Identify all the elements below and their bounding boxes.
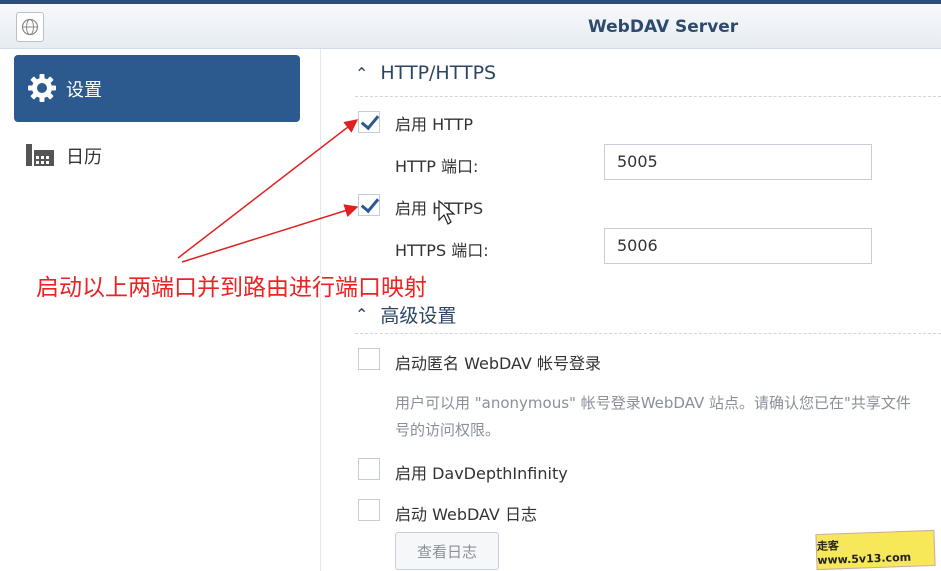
mouse-cursor-icon xyxy=(438,199,456,230)
window-title: WebDAV Server xyxy=(588,17,739,37)
title-bar: WebDAV Server xyxy=(0,4,941,49)
sidebar-item-settings[interactable]: 设置 xyxy=(14,55,300,122)
view-log-button[interactable]: 查看日志 xyxy=(395,532,499,570)
section-title: HTTP/HTTPS xyxy=(380,62,497,84)
chevron-up-icon: ⌃ xyxy=(355,305,369,324)
chevron-up-icon: ⌃ xyxy=(355,63,369,83)
section-header-http[interactable]: ⌃ HTTP/HTTPS xyxy=(355,62,496,84)
enable-http-checkbox[interactable] xyxy=(358,111,380,133)
enable-https-checkbox[interactable] xyxy=(358,194,380,216)
enable-http-label: 启用 HTTP xyxy=(395,115,474,134)
calendar-icon xyxy=(26,144,56,172)
section-header-advanced[interactable]: ⌃ 高级设置 xyxy=(355,301,456,328)
section-divider xyxy=(355,333,941,334)
depth-infinity-label: 启用 DavDepthInfinity xyxy=(395,464,568,483)
anonymous-login-label: 启动匿名 WebDAV 帐号登录 xyxy=(395,354,601,373)
section-divider xyxy=(355,96,941,97)
annotation-text: 启动以上两端口并到路由进行端口映射 xyxy=(36,275,427,301)
webdav-log-label: 启动 WebDAV 日志 xyxy=(395,505,537,524)
gear-icon xyxy=(27,73,57,107)
watermark: 走客 www.5v13.com xyxy=(815,529,936,571)
sidebar-item-label: 设置 xyxy=(66,79,102,101)
http-port-input[interactable]: 5005 xyxy=(604,144,872,180)
https-port-input[interactable]: 5006 xyxy=(604,228,872,264)
sidebar-item-calendar[interactable]: 日历 xyxy=(14,131,300,181)
webdav-log-checkbox[interactable] xyxy=(358,499,380,521)
http-port-label: HTTP 端口: xyxy=(395,157,479,176)
section-title: 高级设置 xyxy=(380,305,457,327)
depth-infinity-checkbox[interactable] xyxy=(358,458,380,480)
settings-panel: ⌃ HTTP/HTTPS 启用 HTTP HTTP 端口: 5005 启用 HT… xyxy=(321,49,941,571)
globe-icon[interactable] xyxy=(16,12,44,42)
anonymous-hint-line1: 用户可以用 "anonymous" 帐号登录WebDAV 站点。请确认您已在"共… xyxy=(395,394,911,412)
sidebar-item-label: 日历 xyxy=(66,147,102,168)
sidebar: 设置 日历 xyxy=(0,49,321,571)
anonymous-login-checkbox[interactable] xyxy=(358,348,380,370)
anonymous-hint-line2: 号的访问权限。 xyxy=(395,421,501,439)
https-port-label: HTTPS 端口: xyxy=(395,241,489,260)
